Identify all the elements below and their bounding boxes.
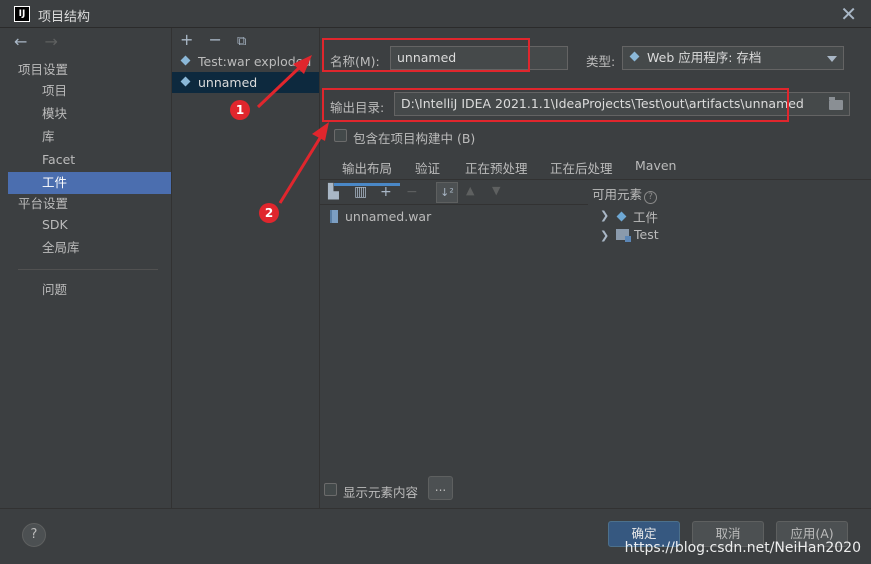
artifact-icon: [180, 55, 192, 67]
include-build-label: 包含在项目构建中 (B): [353, 131, 476, 146]
include-build-checkbox[interactable]: [334, 129, 347, 142]
move-up-icon[interactable]: ▲: [466, 184, 474, 197]
war-archive-icon: [330, 210, 338, 223]
artifact-icon: [616, 211, 628, 223]
show-content-label: 显示元素内容: [343, 485, 419, 500]
settings-sidebar: ← → 项目设置 项目 模块 库 Facet 工件 平台设置 SDK 全局库 问…: [8, 28, 171, 508]
nav-arrows: ← →: [14, 32, 70, 51]
show-content-checkbox[interactable]: [324, 483, 337, 496]
artifacts-panel: + − ⧉ Test:war exploded unnamed: [171, 28, 320, 508]
archive-icon[interactable]: ▥: [354, 184, 367, 200]
help-icon[interactable]: ?: [644, 191, 658, 204]
add-copy-icon[interactable]: +: [380, 184, 392, 200]
chevron-down-icon: [827, 56, 837, 62]
sidebar-divider: [18, 269, 158, 270]
add-icon[interactable]: +: [180, 30, 193, 49]
expand-chevron-icon[interactable]: ❯: [600, 209, 609, 222]
remove-icon[interactable]: −: [209, 30, 222, 49]
available-item-label: Test: [634, 227, 659, 242]
artifact-list-item[interactable]: Test:war exploded: [172, 51, 319, 72]
sidebar-item-project[interactable]: 项目: [8, 80, 171, 102]
forward-arrow-icon[interactable]: →: [45, 32, 58, 51]
title-bar: IJ 项目结构 ✕: [0, 0, 871, 28]
output-layout-tree: unnamed.war: [320, 204, 588, 504]
sidebar-item-problems[interactable]: 问题: [8, 279, 171, 301]
folder-browse-icon[interactable]: [829, 97, 843, 110]
sidebar-item-sdks[interactable]: SDK: [8, 214, 171, 236]
tree-item-label: unnamed.war: [345, 209, 432, 224]
artifact-list-item-selected[interactable]: unnamed: [172, 72, 319, 93]
available-elements-label: 可用元素: [592, 187, 643, 202]
web-artifact-icon: [629, 51, 641, 63]
close-icon[interactable]: ✕: [840, 2, 857, 26]
sidebar-item-facets[interactable]: Facet: [8, 149, 171, 171]
highlight-output-box: [322, 88, 789, 122]
expand-chevron-icon[interactable]: ❯: [600, 229, 609, 242]
highlight-name-box: [322, 38, 530, 72]
tab-bar: 输出布局 验证 正在预处理 正在后处理 Maven: [320, 152, 871, 186]
tab-maven[interactable]: Maven: [635, 158, 676, 173]
sidebar-section-project-settings: 项目设置: [18, 62, 69, 77]
tab-preprocessing[interactable]: 正在预处理: [465, 158, 528, 177]
artifact-label: unnamed: [198, 75, 258, 90]
available-item-test-module[interactable]: Test: [616, 227, 659, 242]
create-directory-icon[interactable]: ▙: [328, 184, 339, 200]
sidebar-item-artifacts[interactable]: 工件: [8, 172, 171, 194]
type-label: 类型:: [586, 54, 616, 69]
sidebar-item-modules[interactable]: 模块: [8, 103, 171, 125]
window-title: 项目结构: [38, 10, 91, 25]
artifacts-toolbar: + − ⧉: [180, 30, 256, 49]
tree-item-war[interactable]: unnamed.war: [330, 209, 431, 224]
watermark: https://blog.csdn.net/NeiHan2020: [624, 540, 861, 556]
sort-icon[interactable]: ↓²: [436, 182, 458, 203]
tab-output-layout[interactable]: 输出布局: [333, 158, 401, 186]
annotation-badge-2: 2: [259, 203, 279, 223]
available-item-label: 工件: [633, 210, 659, 225]
intellij-logo-icon: IJ: [14, 6, 30, 22]
tab-postprocessing[interactable]: 正在后处理: [550, 158, 613, 177]
tab-validation[interactable]: 验证: [415, 158, 440, 177]
artifact-label: Test:war exploded: [198, 54, 312, 69]
back-arrow-icon[interactable]: ←: [14, 32, 27, 51]
copy-icon[interactable]: ⧉: [237, 34, 246, 49]
sidebar-item-global-libraries[interactable]: 全局库: [8, 237, 171, 259]
available-elements-title: 可用元素?: [592, 184, 658, 204]
annotation-badge-1: 1: [230, 100, 250, 120]
module-folder-icon: [616, 229, 631, 242]
remove-element-icon[interactable]: −: [406, 184, 418, 200]
help-button[interactable]: ?: [22, 523, 46, 547]
artifact-icon: [180, 76, 192, 88]
sidebar-item-libraries[interactable]: 库: [8, 126, 171, 148]
move-down-icon[interactable]: ▼: [492, 184, 500, 197]
type-select-value: Web 应用程序: 存档: [647, 50, 762, 65]
sidebar-section-platform-settings: 平台设置: [18, 196, 69, 211]
type-select[interactable]: Web 应用程序: 存档: [622, 46, 844, 70]
ellipsis-button[interactable]: ...: [428, 476, 453, 500]
available-item-artifacts[interactable]: 工件: [616, 207, 658, 226]
